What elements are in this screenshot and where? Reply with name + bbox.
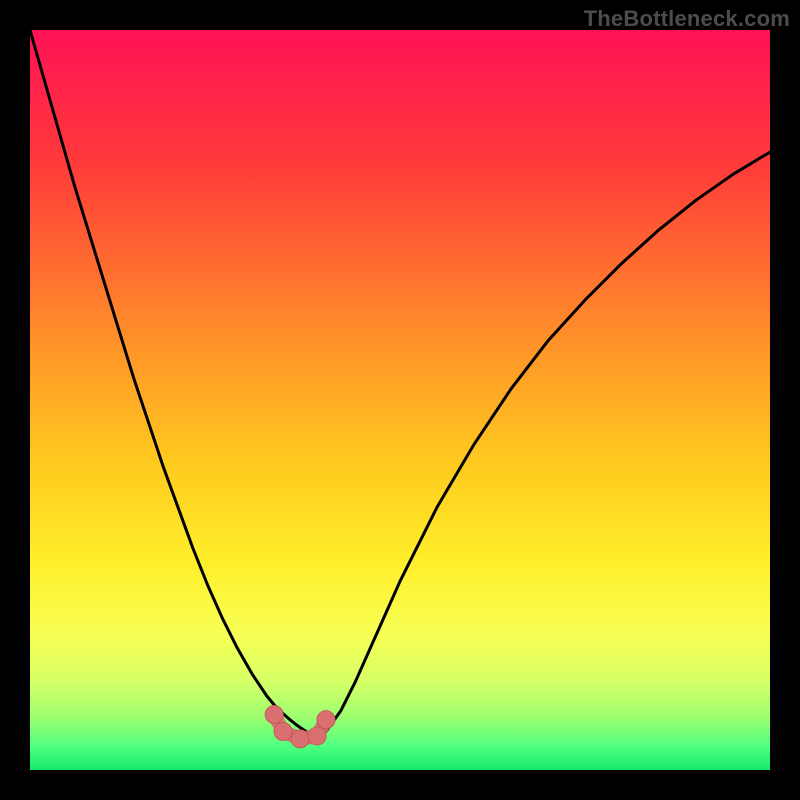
data-marker — [317, 711, 335, 729]
plot-area — [30, 30, 770, 770]
chart-svg — [30, 30, 770, 770]
data-marker — [274, 723, 292, 741]
data-marker — [308, 727, 326, 745]
chart-frame: TheBottleneck.com — [0, 0, 800, 800]
data-marker — [291, 730, 309, 748]
data-marker — [265, 706, 283, 724]
watermark-text: TheBottleneck.com — [584, 6, 790, 32]
